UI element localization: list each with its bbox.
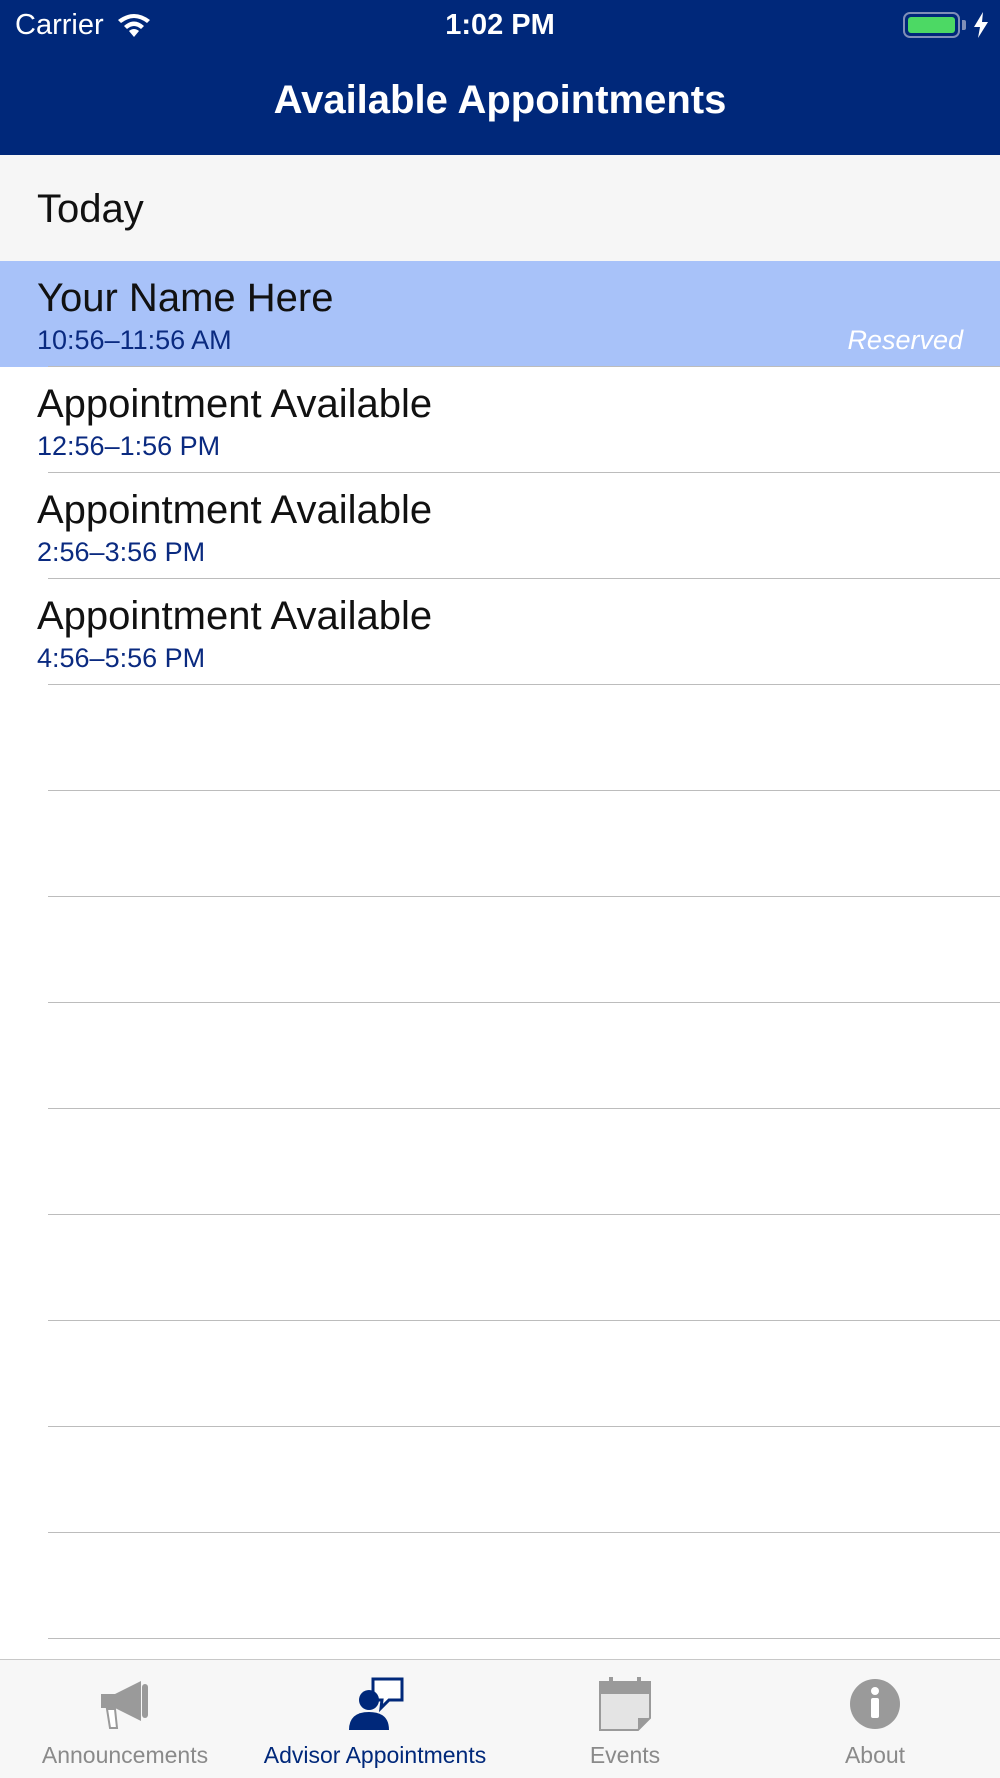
tab-advisor-appointments[interactable]: Advisor Appointments (250, 1660, 500, 1778)
section-title: Today (37, 187, 144, 231)
appointment-title: Appointment Available (37, 488, 433, 532)
appointment-title: Appointment Available (37, 594, 433, 638)
reserved-label: Reserved (847, 325, 963, 355)
header: Carrier 1:02 PM Available Appointments (0, 0, 1000, 155)
appointment-time: 4:56–5:56 PM (37, 643, 206, 673)
tab-events[interactable]: Events (500, 1660, 750, 1778)
empty-row (0, 897, 1000, 1003)
advisor-chat-icon (349, 1677, 404, 1730)
appointment-row[interactable]: Appointment Available 4:56–5:56 PM (0, 579, 1000, 685)
page-title: Available Appointments (273, 78, 727, 122)
section-header: Today (0, 155, 1000, 261)
appointment-row[interactable]: Appointment Available 2:56–3:56 PM (0, 473, 1000, 579)
row-separator (48, 1638, 1000, 1639)
tab-label: Announcements (41, 1742, 209, 1768)
empty-list-area (0, 685, 1000, 1639)
status-bar: Carrier 1:02 PM (0, 0, 1000, 50)
empty-row (0, 1003, 1000, 1109)
tab-announcements[interactable]: Announcements (0, 1660, 250, 1778)
empty-row (0, 1533, 1000, 1639)
empty-row (0, 1427, 1000, 1533)
battery-icon (903, 12, 960, 38)
megaphone-icon (101, 1681, 148, 1729)
charging-bolt-icon (974, 12, 988, 38)
empty-row (0, 1321, 1000, 1427)
appointment-title: Your Name Here (37, 276, 334, 320)
appointment-title: Appointment Available (37, 382, 433, 426)
empty-row (0, 1109, 1000, 1215)
tab-bar: Announcements Advisor Appointments Event… (0, 1659, 1000, 1778)
calendar-icon (599, 1677, 651, 1731)
appointment-time: 2:56–3:56 PM (37, 537, 206, 567)
tab-label: Events (589, 1742, 661, 1768)
empty-row (0, 685, 1000, 791)
tab-label: About (844, 1742, 906, 1768)
appointment-row[interactable]: Appointment Available 12:56–1:56 PM (0, 367, 1000, 473)
appointment-time: 10:56–11:56 AM (37, 325, 232, 355)
appointment-time: 12:56–1:56 PM (37, 431, 221, 461)
battery-level (908, 17, 955, 33)
empty-row (0, 1215, 1000, 1321)
appointment-list: Your Name Here 10:56–11:56 AM Reserved A… (0, 261, 1000, 685)
status-time: 1:02 PM (445, 9, 555, 41)
tab-about[interactable]: About (750, 1660, 1000, 1778)
appointment-row-reserved[interactable]: Your Name Here 10:56–11:56 AM Reserved (0, 261, 1000, 367)
tab-label: Advisor Appointments (263, 1742, 487, 1768)
empty-row (0, 791, 1000, 897)
battery-tip (962, 20, 966, 30)
info-icon (850, 1679, 900, 1729)
